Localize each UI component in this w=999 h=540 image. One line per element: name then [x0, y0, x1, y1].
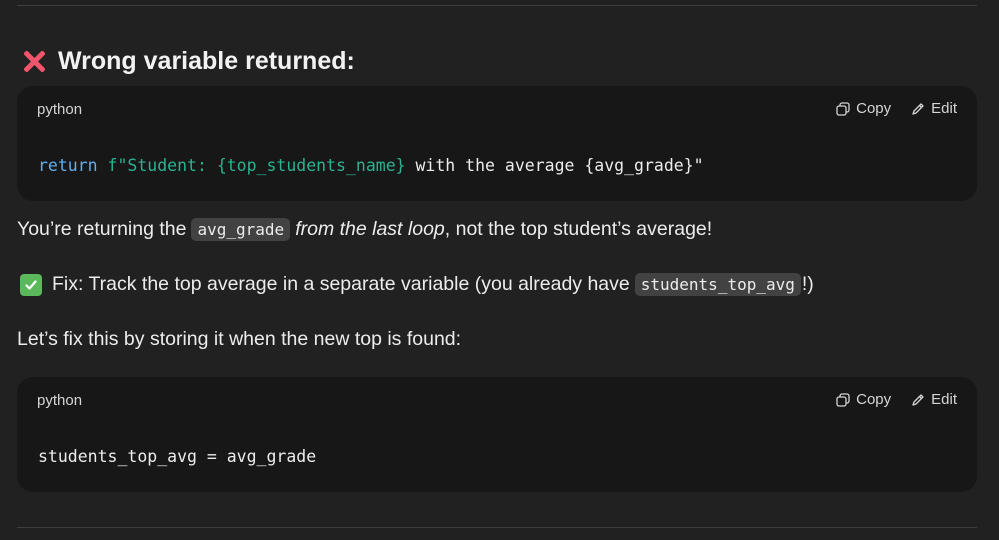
copy-icon — [836, 101, 850, 116]
code-language-label: python — [37, 392, 83, 409]
paragraph-text: Fix: Track the top average in a separate… — [52, 273, 630, 295]
pencil-icon — [912, 393, 924, 406]
intro-paragraph: Let’s fix this by storing it when the ne… — [17, 328, 461, 351]
chat-message: Wrong variable returned: python Copy Edi… — [0, 0, 999, 540]
copy-button[interactable]: Copy — [836, 391, 891, 408]
fix-paragraph: Fix: Track the top average in a separate… — [17, 273, 814, 296]
pencil-icon — [912, 102, 924, 115]
explanation-paragraph: You’re returning the avg_grade from the … — [17, 218, 712, 241]
edit-button[interactable]: Edit — [911, 100, 957, 117]
check-mark-button-icon — [20, 273, 42, 296]
code-block: python Copy Edit return f"Student: {top_… — [17, 86, 977, 201]
bottom-divider — [17, 527, 977, 528]
copy-icon — [836, 392, 850, 407]
paragraph-text: Let’s fix this by storing it when the ne… — [17, 328, 462, 350]
code-keyword: return — [38, 156, 98, 175]
edit-label: Edit — [931, 100, 957, 117]
copy-button[interactable]: Copy — [836, 100, 891, 117]
inline-code: students_top_avg — [634, 273, 801, 296]
paragraph-text: , not the top student’s average! — [444, 218, 713, 240]
code-block-header: python Copy Edit — [17, 377, 977, 423]
code-language-label: python — [37, 101, 83, 118]
code-fstring: f"Student: {top_students_name} — [107, 156, 406, 175]
code-block-header: python Copy Edit — [17, 86, 977, 132]
code-content: students_top_avg = avg_grade — [38, 447, 317, 466]
code-content: return f"Student: {top_students_name} wi… — [38, 156, 704, 175]
copy-label: Copy — [856, 100, 892, 117]
section-heading: Wrong variable returned: — [20, 44, 355, 78]
heading-text: Wrong variable returned: — [58, 46, 355, 75]
edit-button[interactable]: Edit — [911, 391, 957, 408]
cross-mark-icon — [20, 47, 48, 75]
code-actions: Copy Edit — [836, 391, 957, 408]
top-divider — [17, 5, 977, 6]
code-actions: Copy Edit — [836, 100, 957, 117]
edit-label: Edit — [931, 391, 957, 408]
code-block: python Copy Edit students_top_avg = avg_… — [17, 377, 977, 492]
code-rest: with the average {avg_grade}" — [405, 156, 704, 175]
copy-label: Copy — [856, 391, 892, 408]
italic-text: from the last loop — [295, 218, 445, 240]
inline-code: avg_grade — [191, 218, 291, 241]
paragraph-text: !) — [801, 273, 814, 295]
paragraph-text: You’re returning the — [17, 218, 187, 240]
